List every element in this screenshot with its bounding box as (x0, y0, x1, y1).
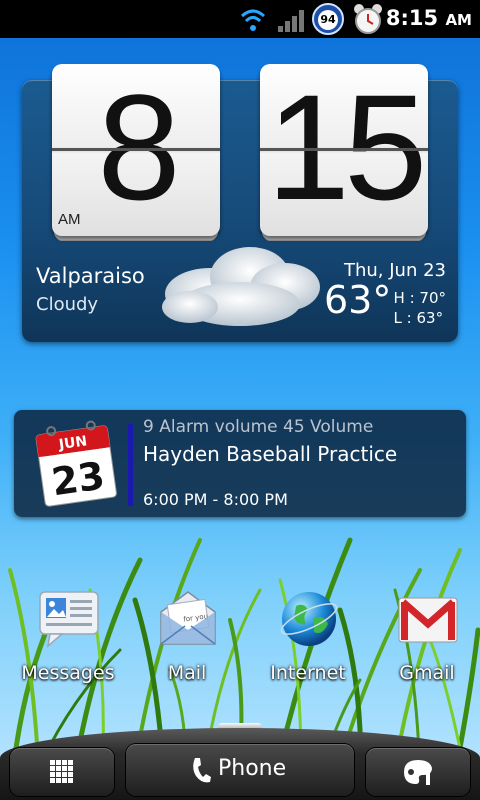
signal-icon (278, 10, 304, 32)
low-temperature: L : 63° (393, 309, 444, 327)
phone-handset-icon (193, 758, 211, 783)
internet-icon (280, 592, 338, 646)
calendar-icon-day: 23 (49, 453, 107, 504)
mail-label: Mail (167, 662, 207, 684)
flip-hinge (52, 148, 220, 151)
mail-shortcut[interactable]: for you Mail (127, 588, 247, 688)
current-temperature: 63° (324, 278, 392, 322)
bottom-dock: Phone (0, 728, 480, 800)
phone-label: Phone (218, 756, 287, 781)
gmail-label: Gmail (399, 662, 455, 684)
battery-level: 94 (318, 10, 338, 30)
clock-weather-widget[interactable]: 8 AM 15 Valparaiso Cloudy Thu, Jun 23 63… (22, 64, 458, 342)
weather-city: Valparaiso (36, 264, 145, 288)
status-bar: 94 8:15 AM (0, 0, 480, 38)
event-title[interactable]: Hayden Baseball Practice (143, 442, 397, 466)
weather-condition: Cloudy (36, 294, 99, 315)
clock-ampm-label: AM (58, 211, 81, 228)
status-ampm: AM (445, 11, 472, 29)
calendar-icon: JUN 23 (26, 416, 126, 512)
volume-status-text: 9 Alarm volume 45 Volume (143, 417, 374, 437)
status-time: 8:15 (385, 6, 439, 30)
all-apps-button[interactable] (10, 748, 114, 796)
internet-label: Internet (270, 662, 346, 684)
hour-flip-card: 8 AM (52, 64, 220, 236)
wifi-icon (240, 9, 266, 31)
home-screen: 94 8:15 AM 8 AM 15 Valparaiso Cloudy Thu… (0, 0, 480, 800)
personalize-button[interactable] (366, 748, 470, 796)
mail-icon: for you (160, 591, 216, 645)
calendar-widget[interactable]: JUN 23 9 Alarm volume 45 Volume Hayden B… (14, 410, 466, 517)
high-temperature: H : 70° (393, 289, 446, 307)
messages-shortcut[interactable]: Messages (8, 588, 128, 688)
gmail-icon (398, 597, 458, 643)
event-color-bar (128, 424, 133, 506)
alarm-icon (354, 4, 382, 34)
messages-label: Messages (21, 662, 115, 684)
messages-icon (39, 591, 99, 648)
grid-icon (50, 760, 73, 783)
flip-hinge (260, 148, 428, 151)
phone-button[interactable]: Phone (126, 744, 354, 796)
personalize-palette-icon (404, 760, 432, 785)
gmail-shortcut[interactable]: Gmail (367, 588, 480, 688)
high-low-temperature: H : 70° L : 63° (394, 288, 446, 328)
minute-flip-card: 15 (260, 64, 428, 236)
battery-icon: 94 (312, 3, 344, 35)
internet-shortcut[interactable]: Internet (248, 588, 368, 688)
status-clock: 8:15 AM (386, 6, 472, 30)
cloudy-weather-icon (162, 247, 320, 326)
event-time: 6:00 PM - 8:00 PM (143, 490, 288, 509)
